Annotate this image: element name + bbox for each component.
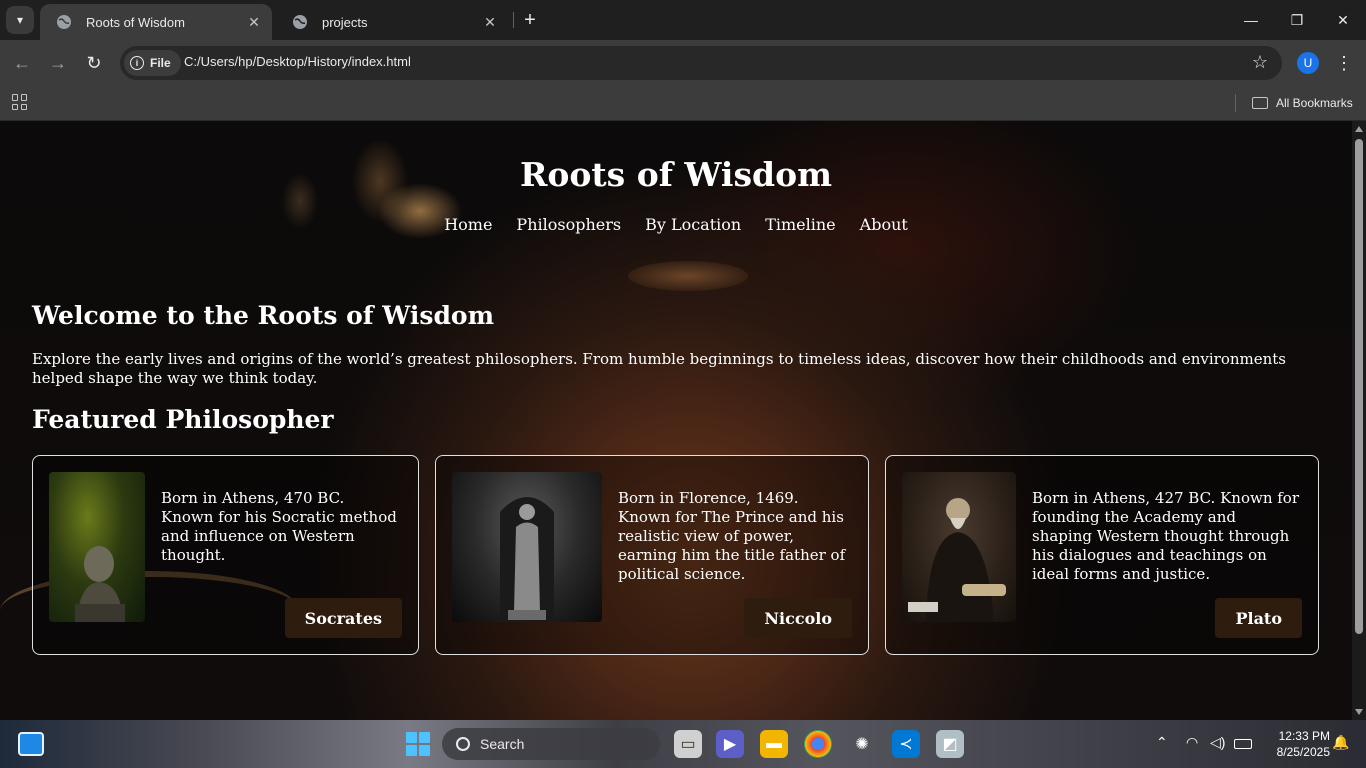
card-description: Born in Athens, 427 BC. Known for foundi… [1032,489,1300,583]
task-view-icon[interactable]: ▭ [674,730,702,758]
new-tab-button[interactable]: + [518,8,542,32]
browser-toolbar: ← → ↻ i File C:/Users/hp/Desktop/History… [0,40,1366,86]
start-button[interactable] [406,732,430,756]
minimize-button[interactable]: — [1228,0,1274,40]
bookmarks-bar: All Bookmarks [0,86,1366,121]
plato-portrait [902,472,1016,622]
restore-button[interactable]: ❐ [1274,0,1320,40]
nav-by-location[interactable]: By Location [645,215,741,234]
wifi-icon[interactable]: ◠ [1186,734,1198,751]
address-bar[interactable]: i File C:/Users/hp/Desktop/History/index… [120,46,1282,80]
reload-button[interactable]: ↻ [81,50,107,76]
widgets-icon[interactable] [18,732,44,756]
card-description: Born in Athens, 470 BC. Known for his So… [161,489,397,564]
page-viewport: Roots of Wisdom Home Philosophers By Loc… [0,121,1352,720]
app-icon[interactable]: ◩ [936,730,964,758]
clock-date: 8/25/2025 [1276,745,1330,759]
background-globe-cap [628,261,748,291]
welcome-text: Explore the early lives and origins of t… [32,350,1286,387]
page-scrollbar[interactable] [1352,121,1366,720]
tab-roots-of-wisdom[interactable]: Roots of Wisdom ✕ [40,4,272,40]
taskbar-search-label: Search [480,736,525,752]
file-explorer-icon[interactable]: ▬ [760,730,788,758]
site-nav: Home Philosophers By Location Timeline A… [0,215,1352,234]
notifications-icon[interactable]: 🔔 [1332,734,1349,751]
site-title: Roots of Wisdom [519,155,833,194]
chrome-icon[interactable] [804,730,832,758]
vscode-icon[interactable]: ≺ [892,730,920,758]
battery-icon[interactable] [1234,739,1252,749]
nav-philosophers[interactable]: Philosophers [516,215,621,234]
close-icon[interactable]: ✕ [244,12,264,32]
close-icon[interactable]: ✕ [480,12,500,32]
scroll-down-arrow[interactable] [1355,709,1363,715]
featured-heading: Featured Philosopher [32,405,334,434]
taskbar-search[interactable]: Search [442,728,660,760]
all-bookmarks-label: All Bookmarks [1276,96,1353,110]
url-text[interactable]: C:/Users/hp/Desktop/History/index.html [184,54,411,69]
philosopher-card-niccolo: Born in Florence, 1469. Known for The Pr… [435,455,869,655]
socrates-portrait [49,472,145,622]
tab-projects[interactable]: projects ✕ [276,4,508,40]
all-bookmarks-button[interactable]: All Bookmarks [1252,92,1353,114]
profile-avatar[interactable]: U [1297,52,1319,74]
tab-divider [513,12,514,28]
apps-icon[interactable] [12,94,28,110]
globe-icon [292,14,308,30]
close-window-button[interactable]: ✕ [1320,0,1366,40]
tab-title: Roots of Wisdom [86,14,185,30]
bookmarks-divider [1235,94,1236,112]
tab-strip: ▾ Roots of Wisdom ✕ projects ✕ + — ❐ ✕ [0,0,1366,40]
nav-home[interactable]: Home [444,215,492,234]
card-description: Born in Florence, 1469. Known for The Pr… [618,489,846,583]
folder-icon [1252,97,1268,109]
site-info-label: File [150,56,171,70]
scroll-up-arrow[interactable] [1355,126,1363,132]
more-menu-icon[interactable]: ⋮ [1335,52,1353,74]
windows-taskbar: Search ▭ ▶ ▬ ✺ ≺ ◩ ⌃ ◠ ◁) 12:33 PM 8/25/… [0,720,1366,768]
welcome-heading: Welcome to the Roots of Wisdom [32,301,495,330]
search-icon [456,737,470,751]
chevron-up-icon[interactable]: ⌃ [1156,734,1168,751]
meet-icon[interactable]: ▶ [716,730,744,758]
socrates-button[interactable]: Socrates [284,598,402,638]
globe-icon [56,14,72,30]
plato-button[interactable]: Plato [1215,598,1302,638]
forward-button[interactable]: → [45,50,71,76]
tab-search-button[interactable]: ▾ [6,6,34,34]
nav-about[interactable]: About [860,215,908,234]
star-icon[interactable]: ☆ [1252,52,1268,73]
philosopher-card-plato: Born in Athens, 427 BC. Known for foundi… [885,455,1319,655]
clock-time: 12:33 PM [1278,729,1330,743]
scroll-thumb[interactable] [1355,139,1363,634]
philosopher-card-socrates: Born in Athens, 470 BC. Known for his So… [32,455,419,655]
back-button[interactable]: ← [9,50,35,76]
niccolo-portrait [452,472,602,622]
chatgpt-icon[interactable]: ✺ [848,730,876,758]
nav-timeline[interactable]: Timeline [765,215,835,234]
volume-icon[interactable]: ◁) [1210,734,1225,751]
taskbar-clock[interactable]: 12:33 PM 8/25/2025 [1262,728,1330,760]
info-icon: i [130,56,144,70]
niccolo-button[interactable]: Niccolo [744,598,852,638]
site-info-chip[interactable]: i File [124,50,181,76]
tab-title: projects [322,14,368,30]
